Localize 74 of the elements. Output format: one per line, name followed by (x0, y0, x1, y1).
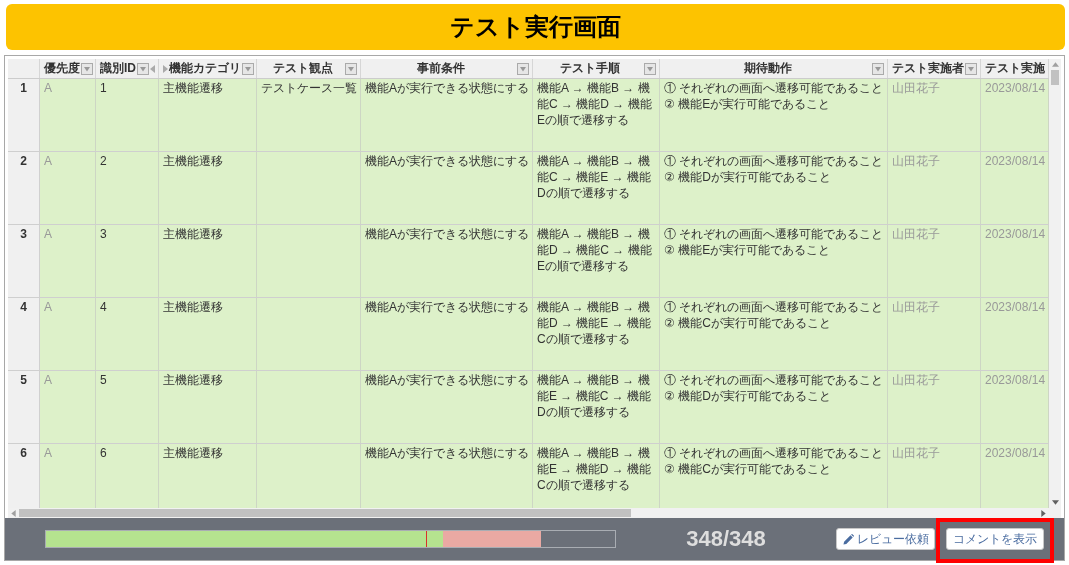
table-cell: 山田花子 (888, 371, 981, 443)
pencil-icon (842, 533, 854, 545)
progress-count: 348/348 (686, 526, 766, 552)
table-cell: 山田花子 (888, 225, 981, 297)
table-cell: A (40, 225, 96, 297)
triangle-left-icon[interactable] (150, 64, 155, 73)
column-header[interactable]: テスト実施者 (892, 60, 964, 77)
scrollbar-thumb[interactable] (1051, 70, 1059, 85)
table-cell: ① それぞれの画面へ遷移可能であること ② 機能Dが実行可能であること (660, 371, 888, 443)
table-cell: 機能A → 機能B → 機能E → 機能C → 機能Dの順で遷移する (533, 371, 660, 443)
table-cell: 主機能遷移 (159, 152, 257, 224)
review-request-button[interactable]: レビュー依頼 (836, 528, 935, 550)
column-header[interactable]: テスト観点 (261, 60, 344, 77)
table-cell: 主機能遷移 (159, 371, 257, 443)
table-cell: ① それぞれの画面へ遷移可能であること ② 機能Cが実行可能であること (660, 298, 888, 370)
table-cell: 機能Aが実行できる状態にする (361, 371, 533, 443)
filter-dropdown-icon[interactable] (872, 62, 884, 75)
table-cell: 機能Aが実行できる状態にする (361, 298, 533, 370)
filter-dropdown-icon[interactable] (81, 62, 93, 75)
caret-left-icon[interactable] (11, 509, 16, 517)
filter-dropdown-icon[interactable] (345, 62, 357, 75)
table-cell: 1 (96, 79, 159, 151)
column-header[interactable]: テスト実施 (985, 60, 1045, 77)
row-number: 6 (8, 444, 40, 508)
table-cell: A (40, 298, 96, 370)
table-cell: A (40, 79, 96, 151)
table-cell: 山田花子 (888, 79, 981, 151)
triangle-right-icon[interactable] (163, 64, 168, 73)
page-title: テスト実行画面 (450, 12, 621, 42)
scrollbar-thumb[interactable] (19, 509, 631, 517)
caret-down-icon[interactable] (1051, 500, 1059, 505)
table-cell: 主機能遷移 (159, 298, 257, 370)
row-number: 1 (8, 79, 40, 151)
table-cell: ① それぞれの画面へ遷移可能であること ② 機能Eが実行可能であること (660, 225, 888, 297)
filter-dropdown-icon[interactable] (965, 62, 977, 75)
table-cell: 機能A → 機能B → 機能C → 機能D → 機能Eの順で遷移する (533, 79, 660, 151)
table-cell: ① それぞれの画面へ遷移可能であること ② 機能Dが実行可能であること (660, 152, 888, 224)
table-cell: 3 (96, 225, 159, 297)
caret-right-icon[interactable] (1041, 509, 1046, 517)
table-cell: 4 (96, 298, 159, 370)
show-comments-button[interactable]: コメントを表示 (946, 528, 1044, 550)
row-number: 4 (8, 298, 40, 370)
table-cell: 機能Aが実行できる状態にする (361, 79, 533, 151)
table-cell: ① それぞれの画面へ遷移可能であること ② 機能Eが実行可能であること (660, 79, 888, 151)
table-cell: 主機能遷移 (159, 225, 257, 297)
filter-dropdown-icon[interactable] (644, 62, 656, 75)
row-number: 3 (8, 225, 40, 297)
table-cell: テストケース一覧 (257, 79, 361, 151)
table-cell: A (40, 152, 96, 224)
column-header[interactable]: 優先度 (44, 60, 80, 77)
column-header[interactable]: テスト手順 (537, 60, 643, 77)
filter-dropdown-icon[interactable] (137, 62, 149, 75)
column-header[interactable]: 事前条件 (365, 60, 516, 77)
table-cell: 2 (96, 152, 159, 224)
horizontal-scrollbar[interactable] (8, 508, 1049, 518)
table-cell: A (40, 371, 96, 443)
table-cell: 山田花子 (888, 298, 981, 370)
table-cell: 山田花子 (888, 152, 981, 224)
table-cell: 5 (96, 371, 159, 443)
vertical-scrollbar[interactable] (1049, 59, 1061, 508)
table-cell: 機能A → 機能B → 機能C → 機能E → 機能Dの順で遷移する (533, 152, 660, 224)
table-cell: 主機能遷移 (159, 79, 257, 151)
table-cell: 機能Aが実行できる状態にする (361, 225, 533, 297)
column-header[interactable]: 期待動作 (664, 60, 871, 77)
row-number: 5 (8, 371, 40, 443)
table-cell: 機能A → 機能B → 機能D → 機能E → 機能Cの順で遷移する (533, 298, 660, 370)
column-header[interactable]: 機能カテゴリ (169, 60, 241, 77)
table-cell: 機能A → 機能B → 機能D → 機能C → 機能Eの順で遷移する (533, 225, 660, 297)
table-cell: 機能Aが実行できる状態にする (361, 152, 533, 224)
column-header[interactable]: 識別ID (100, 60, 136, 77)
filter-dropdown-icon[interactable] (242, 62, 254, 75)
filter-dropdown-icon[interactable] (517, 62, 529, 75)
row-number: 2 (8, 152, 40, 224)
caret-up-icon[interactable] (1051, 62, 1059, 67)
